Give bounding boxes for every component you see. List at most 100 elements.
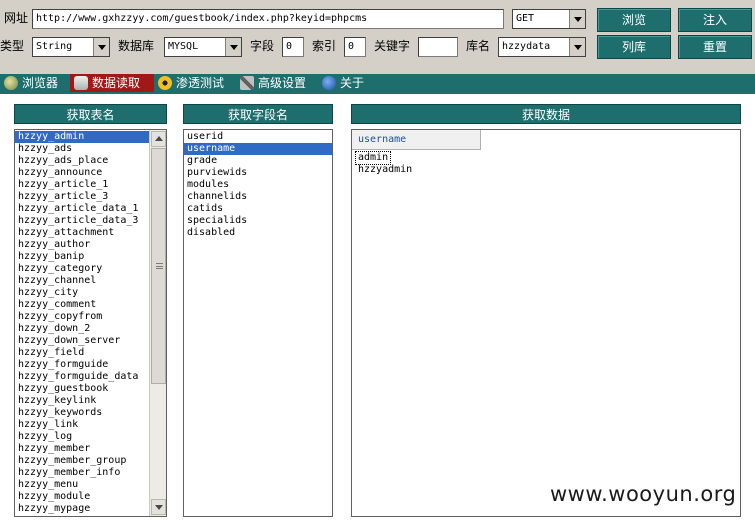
field-input[interactable]: 0 (282, 37, 304, 57)
tab-label: 高级设置 (258, 76, 307, 90)
tables-scrollbar[interactable] (149, 130, 166, 516)
table-list-item[interactable]: hzzyy_article_data_1 (15, 203, 149, 215)
fields-list[interactable]: userid username grade purviewids modules chan… (183, 129, 333, 517)
scroll-down-button[interactable] (151, 499, 166, 515)
table-list-item[interactable]: hzzyy_article_1 (15, 179, 149, 191)
table-list-item[interactable]: hzzyy_comment (15, 299, 149, 311)
field-label: 字段 (250, 39, 275, 53)
database-icon (74, 76, 88, 90)
field-list-item[interactable]: userid (184, 131, 332, 143)
tab-data-read[interactable]: 数据读取 (70, 74, 154, 92)
chevron-down-icon (569, 10, 585, 28)
tables-header: 获取表名 (14, 104, 167, 124)
keyword-input[interactable] (418, 37, 458, 57)
list-db-button[interactable]: 列库 (597, 35, 671, 59)
field-list-item[interactable]: specialids (184, 215, 332, 227)
tab-browser[interactable]: 浏览器 (0, 74, 70, 92)
table-list-item[interactable]: hzzyy_log (15, 431, 149, 443)
table-list-item[interactable]: hzzyy_article_data_3 (15, 215, 149, 227)
table-list-item[interactable]: hzzyy_attachment (15, 227, 149, 239)
info-icon (322, 76, 336, 90)
fields-header: 获取字段名 (183, 104, 333, 124)
keyword-label: 关键字 (374, 39, 411, 53)
dbname-label: 库名 (466, 39, 491, 53)
field-list-item[interactable]: grade (184, 155, 332, 167)
index-input[interactable]: 0 (344, 37, 366, 57)
watermark: www.wooyun.org (550, 482, 737, 506)
table-list-item[interactable]: hzzyy_field (15, 347, 149, 359)
chevron-down-icon (93, 38, 109, 56)
radiation-icon (158, 76, 172, 90)
table-list-item[interactable]: hzzyy_announce (15, 167, 149, 179)
table-list-item[interactable]: hzzyy_member_group (15, 455, 149, 467)
globe-icon (4, 76, 18, 90)
type-select[interactable]: String (32, 37, 110, 57)
scroll-up-button[interactable] (151, 131, 166, 147)
table-list-item[interactable]: hzzyy_down_2 (15, 323, 149, 335)
toolbar: 网址 http://www.gxhzzyy.com/guestbook/inde… (0, 0, 755, 66)
index-label: 索引 (312, 39, 337, 53)
table-list-item[interactable]: hzzyy_article_3 (15, 191, 149, 203)
tables-list[interactable]: hzzyy_admin hzzyy_ads hzzyy_ads_place hzzyy… (14, 129, 167, 517)
grid-row[interactable]: hzzyadmin (356, 164, 414, 176)
table-list-item[interactable]: hzzyy_guestbook (15, 383, 149, 395)
field-list-item[interactable]: purviewids (184, 167, 332, 179)
table-list-item[interactable]: hzzyy_mypage (15, 503, 149, 515)
table-list-item[interactable]: hzzyy_down_server (15, 335, 149, 347)
browse-button[interactable]: 浏览 (597, 8, 671, 32)
table-list-item[interactable]: hzzyy_formguide (15, 359, 149, 371)
data-read-panel: 获取表名 hzzyy_admin hzzyy_ads hzzyy_ads_place… (0, 94, 755, 522)
db-value: MYSQL (168, 41, 199, 52)
tab-label: 数据读取 (92, 76, 141, 90)
tools-icon (240, 76, 254, 90)
inject-button[interactable]: 注入 (678, 8, 752, 32)
table-list-item[interactable]: hzzyy_admin (15, 131, 149, 143)
db-select[interactable]: MYSQL (164, 37, 242, 57)
table-list-item[interactable]: hzzyy_category (15, 263, 149, 275)
field-list-item[interactable]: channelids (184, 191, 332, 203)
method-select[interactable]: GET (512, 9, 586, 29)
data-grid[interactable]: username admin hzzyadmin (351, 129, 741, 517)
url-input[interactable]: http://www.gxhzzyy.com/guestbook/index.p… (32, 9, 504, 29)
table-list-item[interactable]: hzzyy_author (15, 239, 149, 251)
tables-rows: hzzyy_admin hzzyy_ads hzzyy_ads_place hzzyy… (15, 131, 149, 515)
type-value: String (36, 41, 73, 52)
grid-column-header[interactable]: username (352, 130, 481, 150)
db-label: 数据库 (118, 39, 155, 53)
tab-label: 关于 (340, 76, 365, 90)
table-list-item[interactable]: hzzyy_member (15, 443, 149, 455)
table-list-item[interactable]: hzzyy_menu (15, 479, 149, 491)
grid-row[interactable]: admin (354, 151, 392, 165)
table-list-item[interactable]: hzzyy_copyfrom (15, 311, 149, 323)
table-list-item[interactable]: hzzyy_ads (15, 143, 149, 155)
dbname-select[interactable]: hzzydata (498, 37, 586, 57)
reset-button[interactable]: 重置 (678, 35, 752, 59)
grip-icon (156, 263, 163, 269)
table-list-item[interactable]: hzzyy_ads_place (15, 155, 149, 167)
table-list-item[interactable]: hzzyy_keylink (15, 395, 149, 407)
tab-label: 渗透测试 (176, 76, 225, 90)
table-list-item[interactable]: hzzyy_member_info (15, 467, 149, 479)
type-label: 类型 (0, 39, 25, 53)
table-list-item[interactable]: hzzyy_formguide_data (15, 371, 149, 383)
table-list-item[interactable]: hzzyy_banip (15, 251, 149, 263)
tab-about[interactable]: 关于 (318, 74, 374, 92)
chevron-down-icon (569, 38, 585, 56)
table-list-item[interactable]: hzzyy_link (15, 419, 149, 431)
field-list-item[interactable]: catids (184, 203, 332, 215)
field-list-item[interactable]: modules (184, 179, 332, 191)
field-list-item[interactable]: disabled (184, 227, 332, 239)
chevron-down-icon (225, 38, 241, 56)
tab-advanced[interactable]: 高级设置 (236, 74, 316, 92)
dbname-value: hzzydata (502, 41, 551, 52)
table-list-item[interactable]: hzzyy_channel (15, 275, 149, 287)
tab-pentest[interactable]: 渗透测试 (154, 74, 234, 92)
tab-bar: 浏览器 数据读取 渗透测试 高级设置 关于 (0, 74, 755, 92)
table-list-item[interactable]: hzzyy_city (15, 287, 149, 299)
method-value: GET (516, 13, 535, 24)
table-list-item[interactable]: hzzyy_keywords (15, 407, 149, 419)
field-list-item[interactable]: username (184, 143, 332, 155)
data-header: 获取数据 (351, 104, 741, 124)
table-list-item[interactable]: hzzyy_module (15, 491, 149, 503)
scroll-thumb[interactable] (151, 148, 166, 384)
